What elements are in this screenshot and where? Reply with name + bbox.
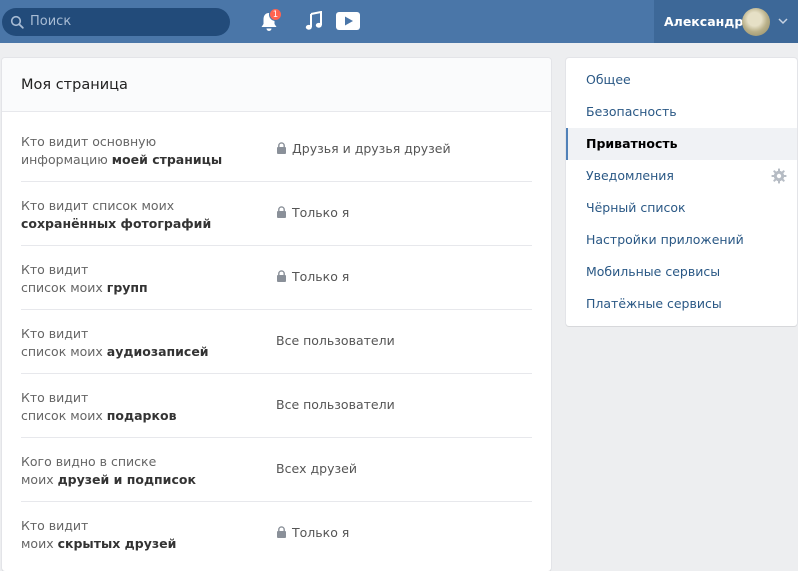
top-bar: Поиск 1 Александр <box>0 0 798 43</box>
privacy-question: Кто видит список моих сохранённых фотогр… <box>21 198 212 231</box>
privacy-row: Кто видит список моих аудиозаписей Все п… <box>21 305 532 369</box>
page-title: Моя страница <box>2 58 551 112</box>
privacy-row: Кого видно в списке моих друзей и подпис… <box>21 433 532 497</box>
menu-item-notifications[interactable]: Уведомления <box>566 160 797 192</box>
menu-item-blacklist[interactable]: Чёрный список <box>566 192 797 224</box>
privacy-value-dropdown[interactable]: Только я <box>276 205 349 220</box>
user-menu[interactable]: Александр <box>654 0 798 43</box>
chevron-down-icon <box>778 18 788 25</box>
privacy-value-dropdown[interactable]: Все пользователи <box>276 333 395 348</box>
privacy-value-dropdown[interactable]: Только я <box>276 525 349 540</box>
search-placeholder: Поиск <box>30 14 72 29</box>
privacy-settings-card: Моя страница Кто видит основную информац… <box>2 58 551 571</box>
privacy-question: Кто видит основную информацию моей стран… <box>21 134 223 167</box>
menu-item-app-settings[interactable]: Настройки приложений <box>566 224 797 256</box>
privacy-question: Кого видно в списке моих друзей и подпис… <box>21 454 196 487</box>
privacy-row: Кто видит список моих групп Только я <box>21 241 532 305</box>
settings-menu: Общее Безопасность Приватность Уведомлен… <box>566 58 797 326</box>
privacy-value-dropdown[interactable]: Только я <box>276 269 349 284</box>
privacy-row: Кто видит список моих сохранённых фотогр… <box>21 177 532 241</box>
privacy-value-dropdown[interactable]: Все пользователи <box>276 397 395 412</box>
search-icon <box>10 15 24 29</box>
search-input[interactable]: Поиск <box>2 8 230 36</box>
privacy-question: Кто видит список моих аудиозаписей <box>21 326 209 359</box>
menu-item-security[interactable]: Безопасность <box>566 96 797 128</box>
gear-icon[interactable] <box>771 168 787 184</box>
privacy-value-dropdown[interactable]: Друзья и друзья друзей <box>276 141 451 156</box>
menu-item-privacy[interactable]: Приватность <box>566 128 797 160</box>
menu-item-label: Уведомления <box>586 168 674 183</box>
privacy-row: Кто видит моих скрытых друзей Только я <box>21 497 532 561</box>
notification-badge: 1 <box>269 8 282 21</box>
privacy-question: Кто видит список моих групп <box>21 262 148 295</box>
privacy-question: Кто видит список моих подарков <box>21 390 177 423</box>
avatar <box>742 8 770 36</box>
privacy-row: Кто видит основную информацию моей стран… <box>21 113 532 177</box>
privacy-value-dropdown[interactable]: Всех друзей <box>276 461 357 476</box>
video-play-icon[interactable] <box>336 11 360 31</box>
music-note-icon[interactable] <box>305 11 323 31</box>
privacy-question: Кто видит моих скрытых друзей <box>21 518 177 551</box>
menu-item-general[interactable]: Общее <box>566 64 797 96</box>
privacy-row: Кто видит список моих подарков Все польз… <box>21 369 532 433</box>
menu-item-mobile-services[interactable]: Мобильные сервисы <box>566 256 797 288</box>
user-name: Александр <box>664 14 744 29</box>
menu-item-payment-services[interactable]: Платёжные сервисы <box>566 288 797 320</box>
